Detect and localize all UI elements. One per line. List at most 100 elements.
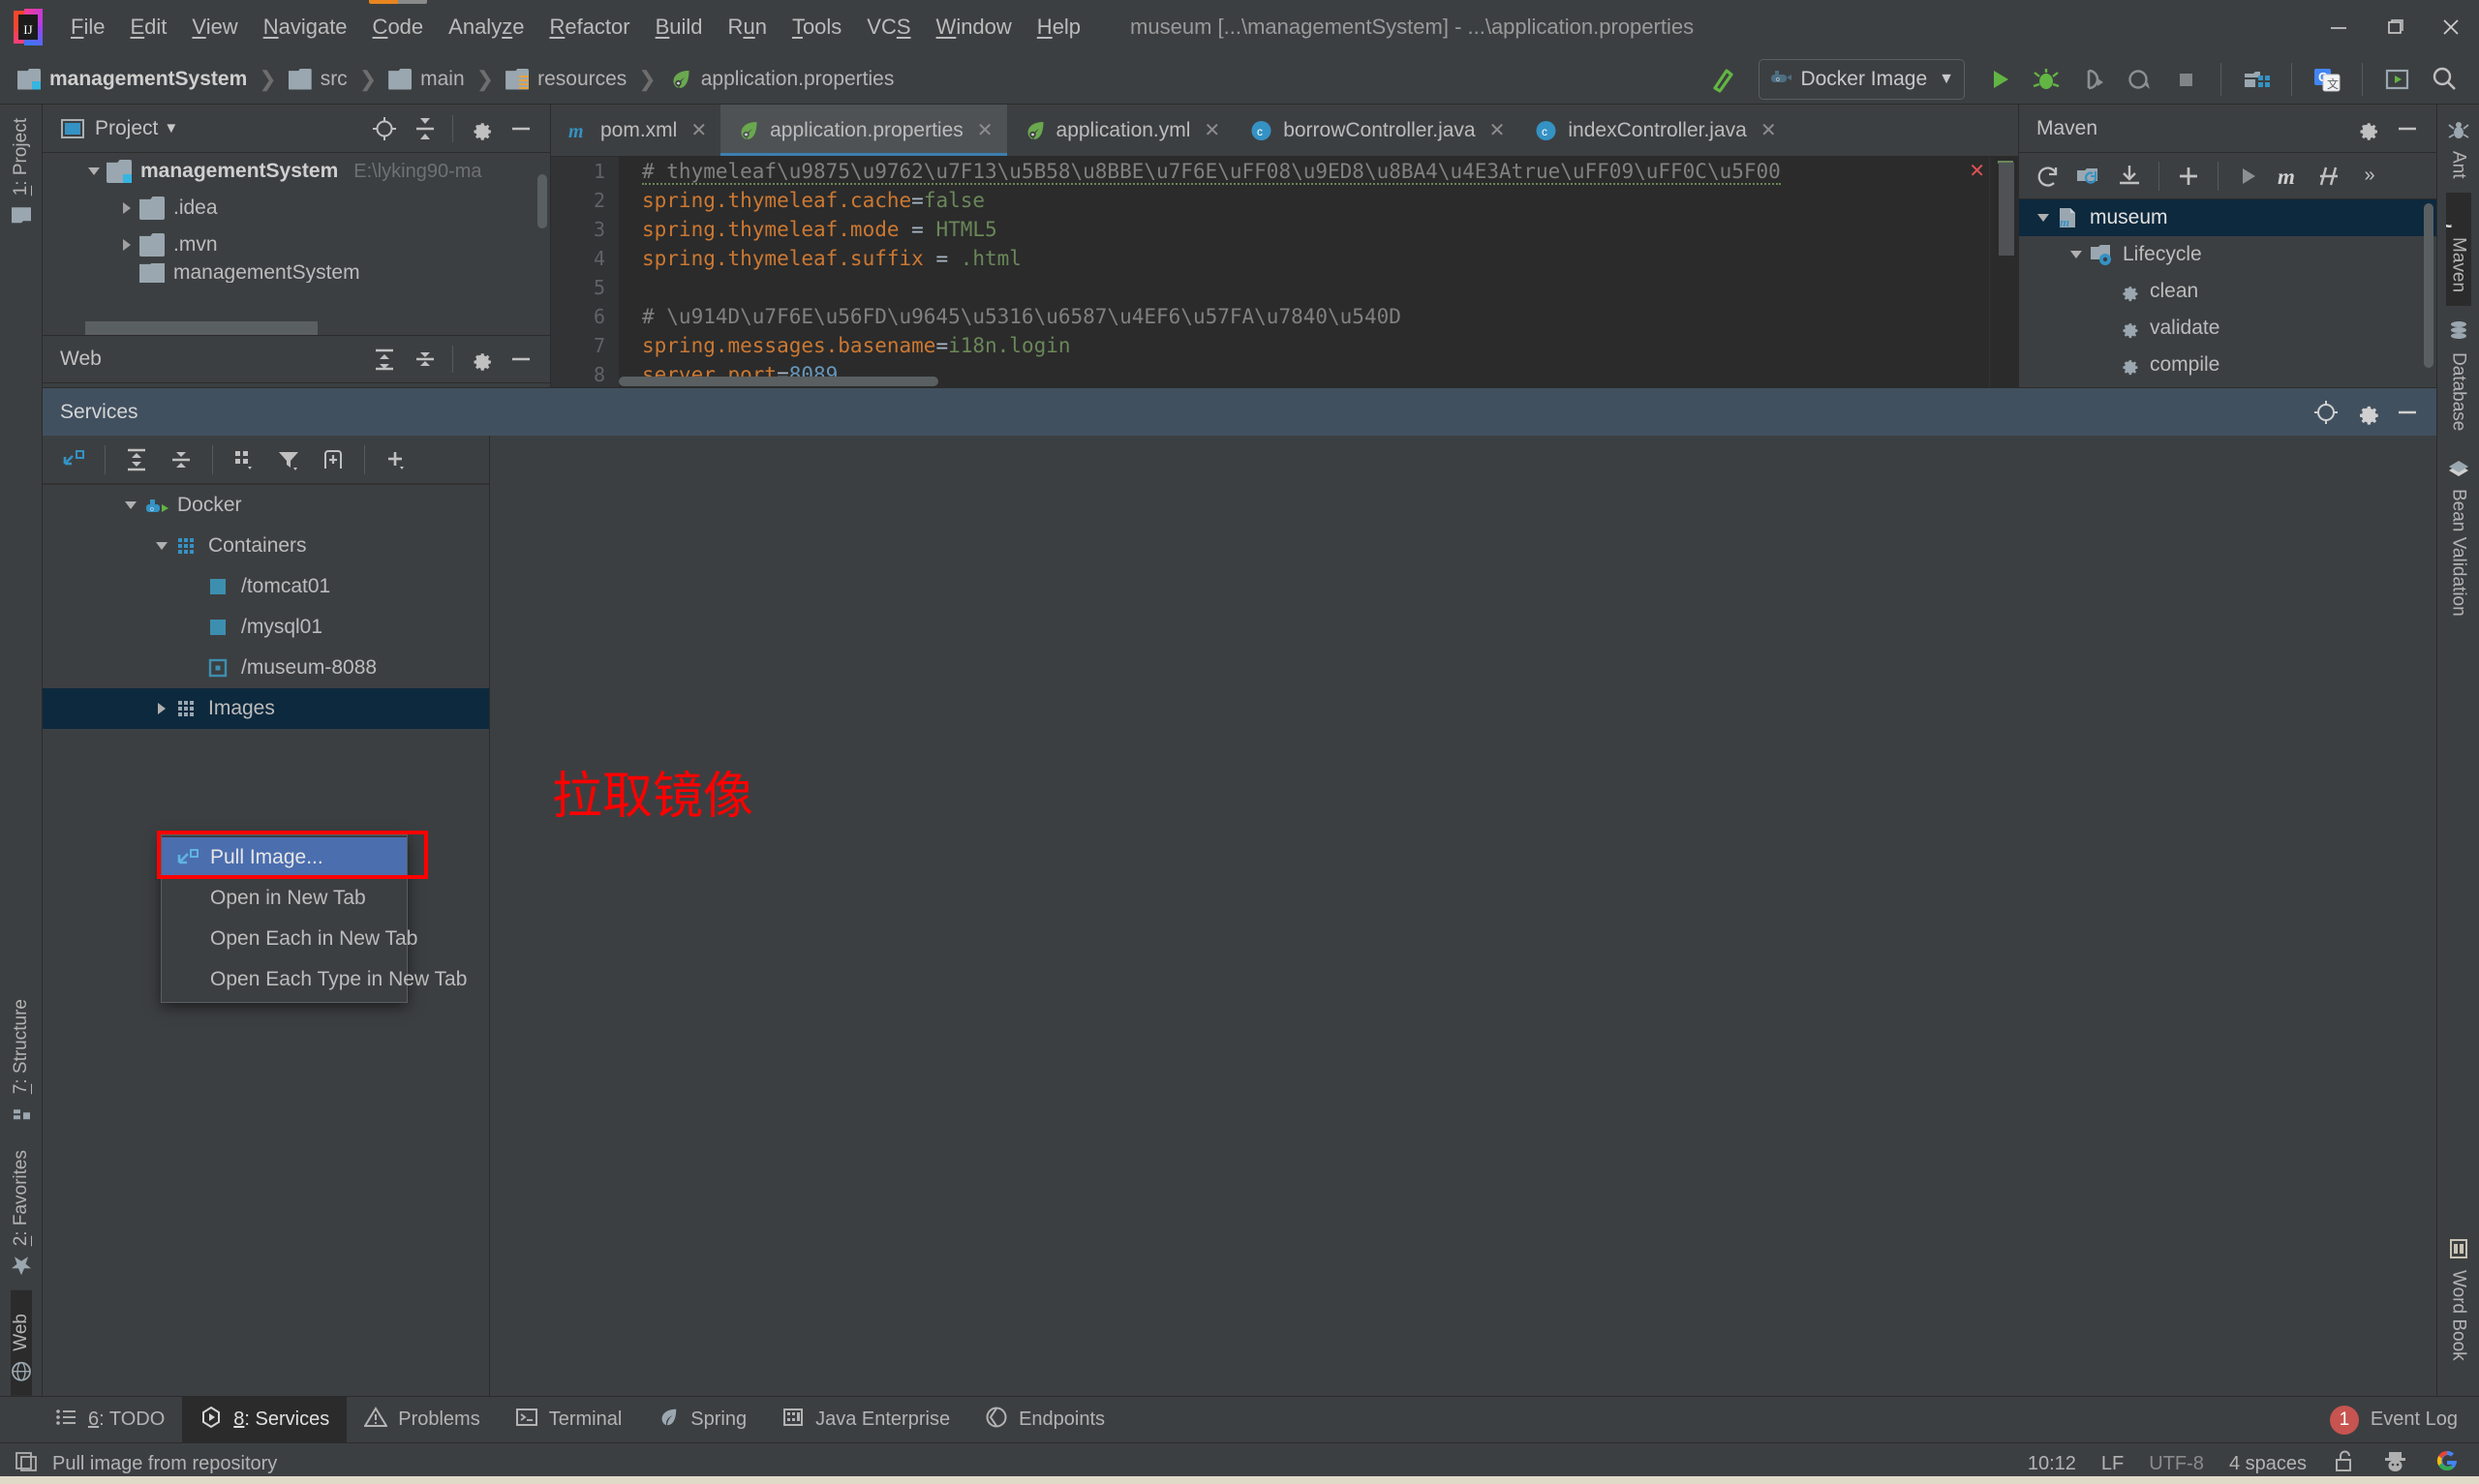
generate-sources-icon[interactable]	[2069, 157, 2108, 196]
editor-tab-application-yml[interactable]: application.yml ✕	[1007, 105, 1235, 156]
tree-row-container[interactable]: /mysql01	[43, 607, 489, 648]
tree-row[interactable]: .mvn	[43, 227, 550, 263]
sidebar-item-maven[interactable]: m Maven	[2437, 192, 2471, 306]
tree-row[interactable]: .idea	[43, 190, 550, 227]
project-tree[interactable]: managementSystem E:\lyking90-ma .idea .m…	[43, 153, 550, 335]
more-icon[interactable]: »	[2350, 157, 2389, 196]
editor-tab-indexcontroller-java[interactable]: c indexController.java ✕	[1518, 105, 1790, 156]
chevron-expanded-icon[interactable]	[149, 537, 174, 555]
tree-row-container[interactable]: /tomcat01	[43, 566, 489, 607]
menu-navigate[interactable]: Navigate	[251, 11, 360, 44]
debug-icon[interactable]	[2025, 58, 2067, 101]
close-icon[interactable]: ✕	[1760, 118, 1777, 142]
bottom-tab-java-enterprise[interactable]: Java Enterprise	[764, 1397, 967, 1442]
google-icon[interactable]	[2434, 1448, 2460, 1479]
editor-tab-borrowcontroller-java[interactable]: c borrowController.java ✕	[1234, 105, 1518, 156]
menu-code[interactable]: Code	[360, 11, 437, 44]
close-icon[interactable]	[2423, 0, 2479, 54]
sidebar-item-ant[interactable]: Ant	[2447, 105, 2470, 193]
event-log-area[interactable]: 1 Event Log	[2329, 1397, 2479, 1442]
bottom-tab-terminal[interactable]: Terminal	[498, 1397, 640, 1442]
menu-analyze[interactable]: Analyze	[436, 11, 536, 44]
locate-icon[interactable]	[365, 109, 404, 148]
build-hammer-icon[interactable]	[1702, 58, 1745, 101]
filter-icon[interactable]	[269, 440, 308, 479]
sidebar-item-structure[interactable]: 7: Structure	[11, 985, 32, 1136]
sidebar-item-bean-validation[interactable]: Bean Validation	[2446, 444, 2471, 630]
close-icon[interactable]: ✕	[1204, 118, 1220, 142]
restore-icon[interactable]	[2367, 0, 2423, 54]
code-area[interactable]: # thymeleaf\u9875\u9762\u7F13\u5B58\u8BB…	[619, 157, 2018, 387]
gear-icon[interactable]	[2347, 109, 2386, 148]
add-icon[interactable]	[377, 440, 415, 479]
context-menu-item-pull-image[interactable]: Pull Image...	[162, 837, 407, 878]
menu-refactor[interactable]: Refactor	[536, 11, 642, 44]
project-tree-scrollbar[interactable]	[537, 174, 547, 228]
tree-row-containers[interactable]: Containers	[43, 526, 489, 566]
menu-file[interactable]: File	[58, 11, 117, 44]
menu-vcs[interactable]: VCS	[854, 11, 923, 44]
chevron-expanded-icon[interactable]	[2064, 246, 2089, 263]
breadcrumb-item-module[interactable]: managementSystem	[17, 68, 247, 91]
project-tree-hscrollbar[interactable]	[85, 321, 318, 335]
reload-all-icon[interactable]	[2029, 157, 2067, 196]
breadcrumb-item-main[interactable]: main	[388, 68, 465, 91]
menu-view[interactable]: View	[179, 11, 250, 44]
hide-icon[interactable]	[502, 340, 540, 379]
chevron-expanded-icon[interactable]	[2031, 209, 2056, 227]
tree-row[interactable]: clean	[2019, 273, 2436, 310]
maven-tree[interactable]: m museum Lifecycle clean validate compil…	[2019, 199, 2436, 387]
expand-all-icon[interactable]	[365, 340, 404, 379]
unlock-icon[interactable]	[2332, 1448, 2357, 1479]
gear-icon[interactable]	[2347, 393, 2386, 432]
menu-edit[interactable]: Edit	[117, 11, 179, 44]
gear-icon[interactable]	[461, 109, 500, 148]
sidebar-item-word-book[interactable]: Word Book	[2447, 1224, 2470, 1396]
context-menu[interactable]: Pull Image... Open in New Tab Open Each …	[161, 834, 467, 1003]
sidebar-item-database[interactable]: Database	[2447, 306, 2470, 444]
tree-row-docker[interactable]: o Docker	[43, 485, 489, 526]
tree-row-container[interactable]: /museum-8088	[43, 648, 489, 688]
chevron-expanded-icon[interactable]	[118, 497, 143, 514]
editor-tab-application-properties[interactable]: application.properties ✕	[720, 105, 1007, 156]
tree-row[interactable]: validate	[2019, 310, 2436, 347]
locate-icon[interactable]	[2307, 393, 2345, 432]
status-time[interactable]: 10:12	[2028, 1453, 2076, 1475]
bottom-tab-problems[interactable]: Problems	[347, 1397, 497, 1442]
editor-scrollbar[interactable]	[1989, 157, 2018, 387]
run-icon[interactable]	[1978, 58, 2021, 101]
stop-icon[interactable]	[2164, 58, 2207, 101]
sidebar-item-favorites[interactable]: 2: Favorites	[10, 1136, 33, 1290]
bottom-tab-services[interactable]: 8: Services	[182, 1397, 348, 1442]
breadcrumb-item-src[interactable]: src	[288, 68, 348, 91]
gear-icon[interactable]	[461, 340, 500, 379]
run-anything-icon[interactable]	[2376, 58, 2419, 101]
maven-tree-scrollbar[interactable]	[2424, 203, 2433, 368]
tree-row[interactable]: compile	[2019, 347, 2436, 383]
bottom-tab-endpoints[interactable]: Endpoints	[967, 1397, 1122, 1442]
bottom-tab-todo[interactable]: 6: TODO	[37, 1397, 182, 1442]
project-structure-icon[interactable]	[2235, 58, 2278, 101]
sidebar-item-web[interactable]: Web	[10, 1290, 32, 1396]
status-line-separator[interactable]: LF	[2101, 1453, 2124, 1475]
close-icon[interactable]: ✕	[690, 118, 707, 142]
code-editor[interactable]: 1 2 3 4 5 6 7 8 9 # thymeleaf\u9875\u976…	[551, 157, 2018, 387]
inspector-hat-icon[interactable]	[2382, 1448, 2409, 1479]
tree-row[interactable]: test	[2019, 383, 2436, 387]
add-maven-project-icon[interactable]	[2169, 157, 2208, 196]
menu-build[interactable]: Build	[643, 11, 716, 44]
attach-icon[interactable]	[54, 440, 93, 479]
run-coverage-icon[interactable]	[2071, 58, 2114, 101]
menu-help[interactable]: Help	[1025, 11, 1093, 44]
context-menu-item-open-each-in-new-tab[interactable]: Open Each in New Tab	[162, 919, 417, 959]
close-icon[interactable]: ✕	[977, 118, 994, 142]
menu-tools[interactable]: Tools	[780, 11, 854, 44]
sidebar-item-project[interactable]: 1: Project	[11, 105, 32, 240]
bottom-tab-spring[interactable]: Spring	[639, 1397, 764, 1442]
google-translate-icon[interactable]: G文	[2306, 58, 2348, 101]
context-menu-item-open-each-type-in-new-tab[interactable]: Open Each Type in New Tab	[162, 959, 467, 1000]
run-configuration-selector[interactable]: o Docker Image ▼	[1759, 58, 1965, 100]
close-icon[interactable]: ✕	[1489, 118, 1506, 142]
editor-hscrollbar[interactable]	[619, 377, 938, 386]
group-by-icon[interactable]	[225, 440, 263, 479]
